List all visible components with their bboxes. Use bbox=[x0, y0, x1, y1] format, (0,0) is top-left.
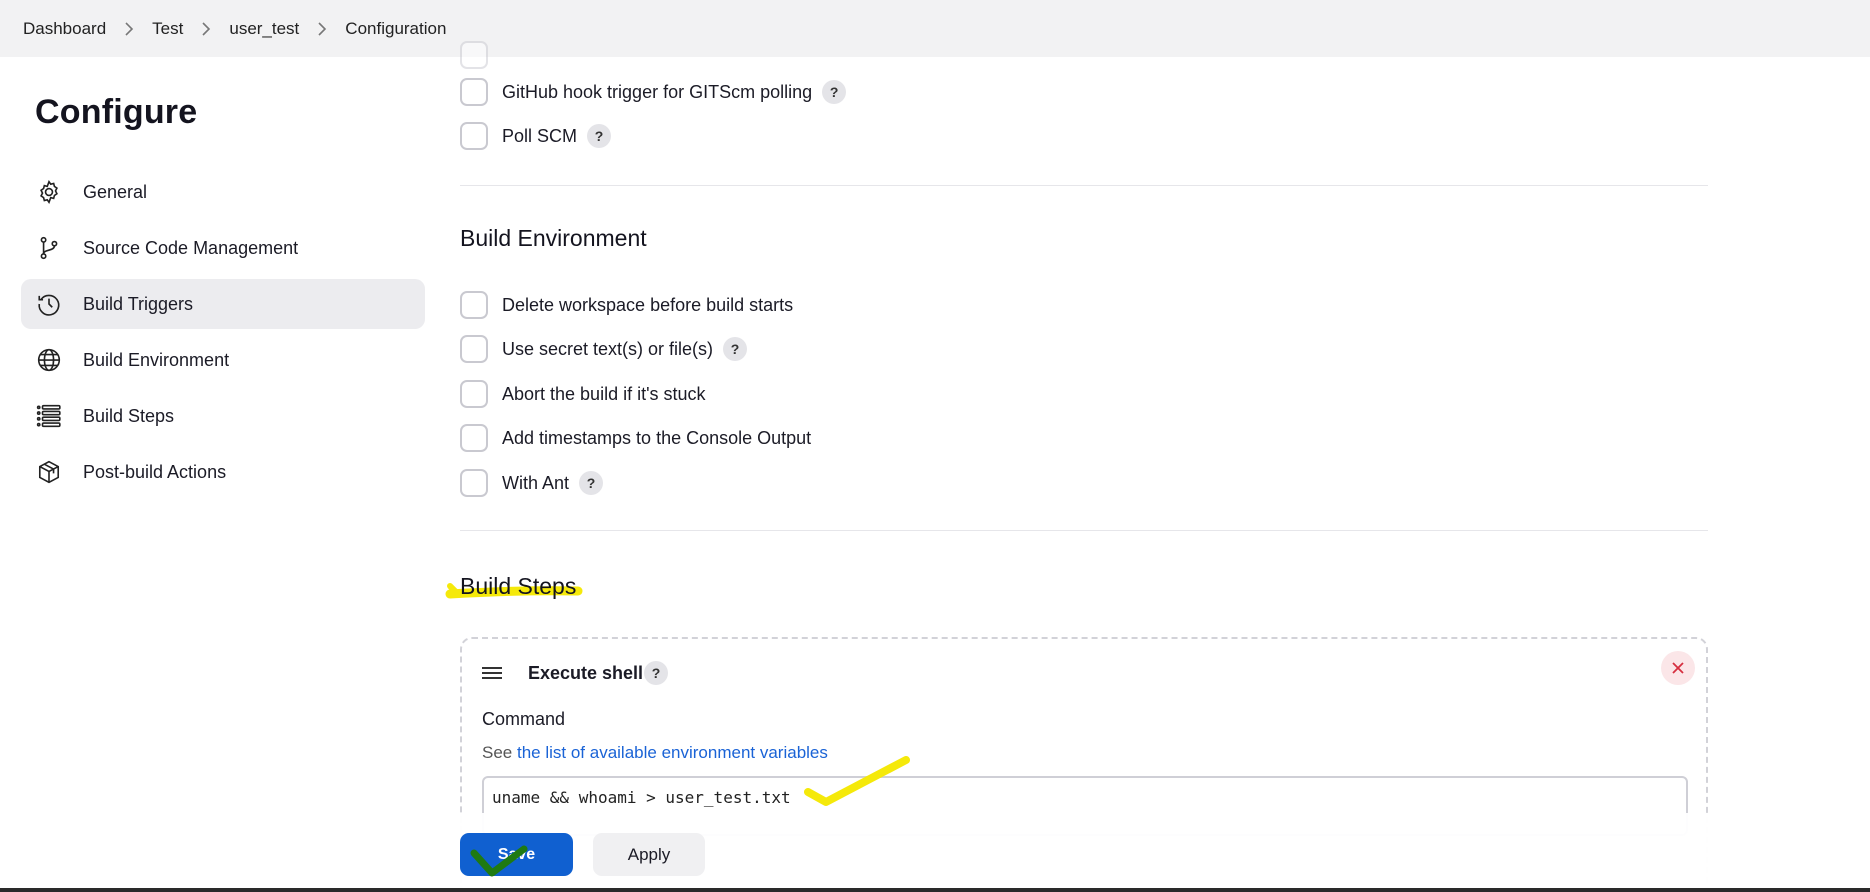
drag-handle-icon[interactable] bbox=[482, 665, 502, 686]
help-icon[interactable]: ? bbox=[822, 80, 847, 104]
env-delete-workspace: Delete workspace before build starts bbox=[460, 289, 793, 321]
help-icon[interactable]: ? bbox=[644, 661, 668, 685]
github-hook-checkbox[interactable] bbox=[460, 78, 488, 106]
env-vars-link[interactable]: the list of available environment variab… bbox=[517, 743, 828, 762]
close-icon bbox=[1672, 662, 1684, 674]
list-icon bbox=[35, 402, 63, 430]
breadcrumb-configuration[interactable]: Configuration bbox=[345, 19, 446, 39]
timestamps-checkbox[interactable] bbox=[460, 424, 488, 452]
env-timestamps: Add timestamps to the Console Output bbox=[460, 422, 811, 454]
globe-icon bbox=[35, 346, 63, 374]
help-icon[interactable]: ? bbox=[579, 471, 604, 495]
poll-scm-label: Poll SCM bbox=[502, 125, 578, 146]
sidebar-item-label: General bbox=[83, 181, 148, 202]
gear-icon bbox=[35, 178, 63, 206]
top-bar: Dashboard Test user_test Configuration bbox=[0, 0, 1870, 57]
delete-workspace-label: Delete workspace before build starts bbox=[502, 294, 794, 315]
secret-text-label: Use secret text(s) or file(s) bbox=[502, 338, 714, 359]
package-icon bbox=[35, 458, 63, 486]
checkbox[interactable] bbox=[460, 41, 488, 69]
apply-button[interactable]: Apply bbox=[593, 833, 705, 876]
sidebar-item-label: Build Triggers bbox=[83, 293, 194, 314]
section-divider bbox=[460, 530, 1708, 531]
abort-stuck-label: Abort the build if it's stuck bbox=[502, 383, 706, 404]
delete-step-button[interactable] bbox=[1661, 651, 1695, 685]
env-with-ant: With Ant ? bbox=[460, 467, 604, 499]
breadcrumb-dashboard[interactable]: Dashboard bbox=[23, 19, 106, 39]
page-title: Configure bbox=[35, 93, 198, 131]
env-vars-hint: See the list of available environment va… bbox=[482, 743, 828, 763]
section-divider bbox=[460, 185, 1708, 186]
hidden-trigger-row bbox=[460, 39, 488, 71]
env-abort-stuck: Abort the build if it's stuck bbox=[460, 378, 706, 410]
chevron-right-icon bbox=[124, 21, 134, 36]
sidebar-item-label: Build Steps bbox=[83, 405, 175, 426]
abort-stuck-checkbox[interactable] bbox=[460, 380, 488, 408]
breadcrumb-user-test[interactable]: user_test bbox=[229, 19, 299, 39]
breadcrumb-test[interactable]: Test bbox=[152, 19, 183, 39]
sidebar-item-build-triggers[interactable]: Build Triggers bbox=[21, 279, 425, 329]
secret-text-checkbox[interactable] bbox=[460, 335, 488, 363]
poll-scm-checkbox[interactable] bbox=[460, 122, 488, 150]
execute-shell-title: Execute shell bbox=[528, 663, 644, 683]
build-steps-title: Build Steps bbox=[460, 573, 577, 599]
help-icon[interactable]: ? bbox=[587, 124, 612, 148]
sidebar-item-label: Source Code Management bbox=[83, 237, 299, 258]
command-label: Command bbox=[482, 709, 566, 729]
breadcrumb: Dashboard Test user_test Configuration bbox=[0, 0, 446, 57]
sidebar-item-build-steps[interactable]: Build Steps bbox=[21, 391, 425, 441]
with-ant-label: With Ant bbox=[502, 472, 570, 493]
sidebar-item-label: Build Environment bbox=[83, 349, 230, 370]
github-hook-label: GitHub hook trigger for GITScm polling bbox=[502, 81, 813, 102]
chevron-right-icon bbox=[201, 21, 211, 36]
sidebar-item-build-environment[interactable]: Build Environment bbox=[21, 335, 425, 385]
sidebar-item-label: Post-build Actions bbox=[83, 461, 227, 482]
window-bottom-edge bbox=[0, 888, 1870, 892]
build-environment-title: Build Environment bbox=[460, 225, 647, 251]
sidebar-item-post-build-actions[interactable]: Post-build Actions bbox=[21, 447, 425, 497]
delete-workspace-checkbox[interactable] bbox=[460, 291, 488, 319]
sidebar-nav: General Source Code Management Build Tri… bbox=[21, 167, 425, 503]
help-icon[interactable]: ? bbox=[723, 337, 748, 361]
save-button[interactable]: Save bbox=[460, 833, 573, 876]
with-ant-checkbox[interactable] bbox=[460, 469, 488, 497]
env-secret-text: Use secret text(s) or file(s) ? bbox=[460, 333, 748, 365]
branch-icon bbox=[35, 234, 63, 262]
chevron-right-icon bbox=[317, 21, 327, 36]
sidebar-item-general[interactable]: General bbox=[21, 167, 425, 217]
clock-icon bbox=[35, 290, 63, 318]
see-prefix: See bbox=[482, 743, 513, 762]
trigger-poll-scm: Poll SCM ? bbox=[460, 120, 612, 152]
trigger-github-hook: GitHub hook trigger for GITScm polling ? bbox=[460, 76, 847, 108]
timestamps-label: Add timestamps to the Console Output bbox=[502, 427, 812, 448]
sidebar-item-source-code-management[interactable]: Source Code Management bbox=[21, 223, 425, 273]
action-bar: Save Apply bbox=[0, 813, 1870, 892]
